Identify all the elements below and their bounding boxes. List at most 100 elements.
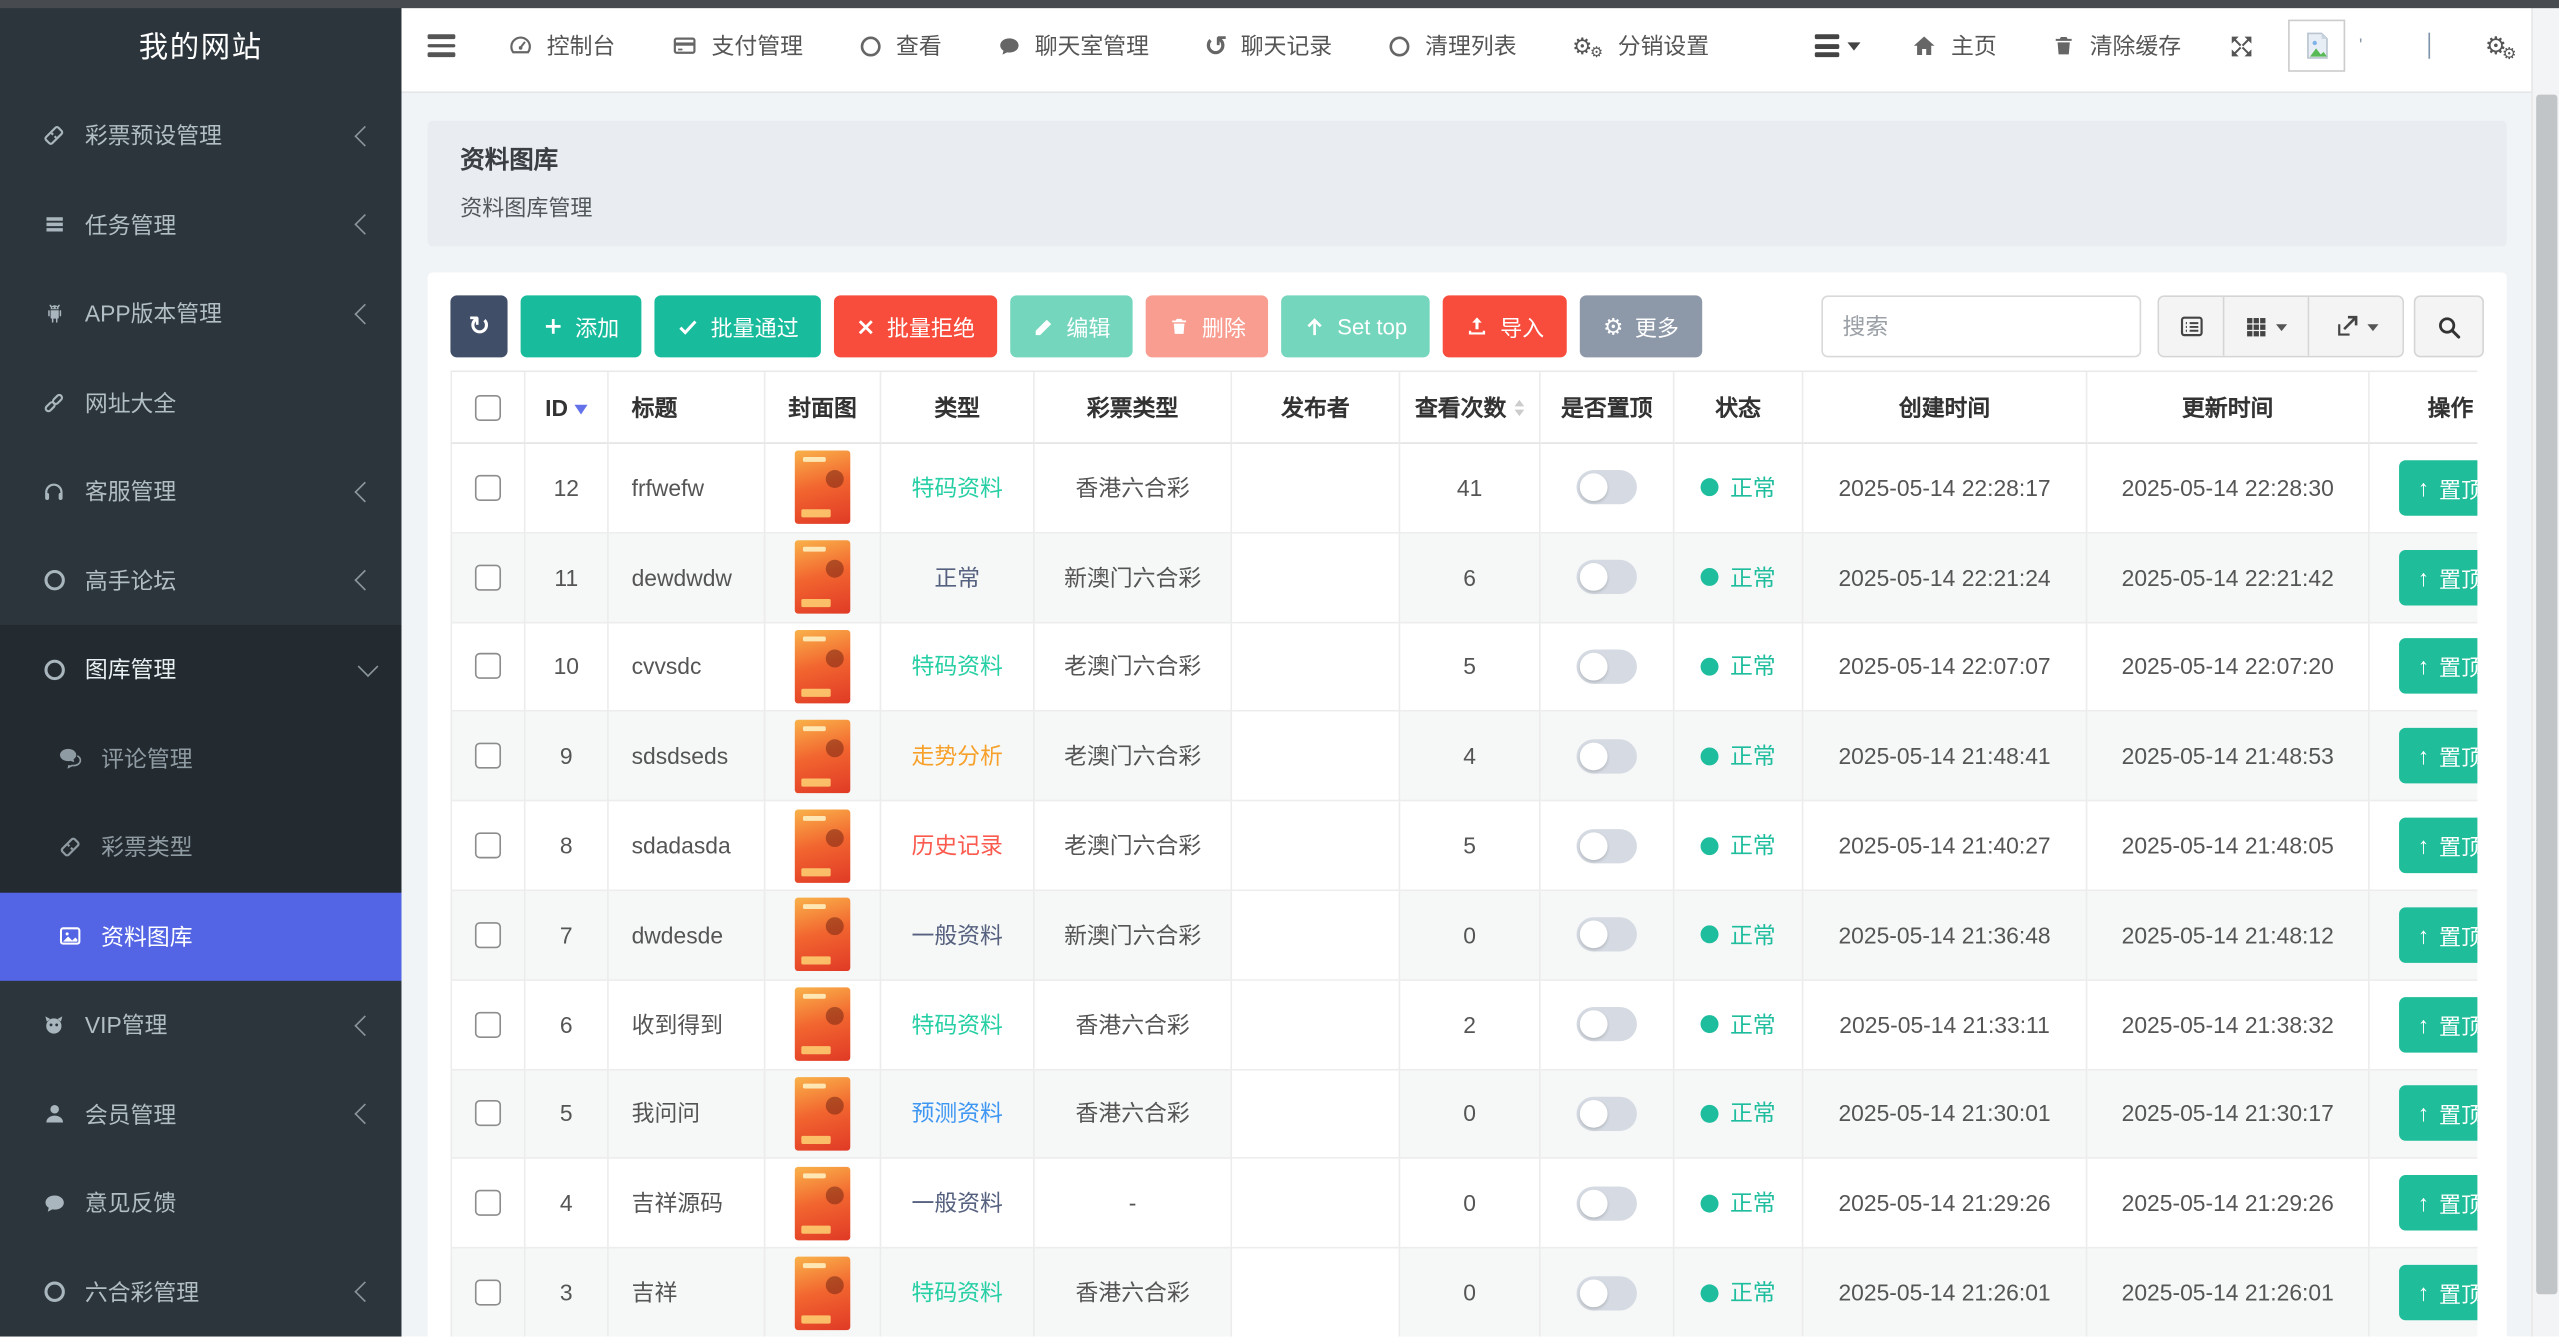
- batch-approve-button[interactable]: 批量通过: [655, 295, 821, 357]
- sidebar-item-comment-management[interactable]: 评论管理: [0, 714, 401, 803]
- select-all-checkbox[interactable]: [475, 394, 501, 420]
- sidebar-item-url-collection[interactable]: 网址大全: [0, 358, 401, 447]
- nav-item-payment[interactable]: 支付管理: [643, 0, 831, 91]
- nav-item-chatroom[interactable]: 聊天室管理: [969, 0, 1176, 91]
- settings-gears-button[interactable]: ⚙ ⚙: [2485, 30, 2533, 61]
- sidebar-item-expert-forum[interactable]: 高手论坛: [0, 536, 401, 625]
- cover-image[interactable]: [795, 898, 850, 971]
- delete-button[interactable]: 删除: [1146, 295, 1268, 357]
- cover-image[interactable]: [795, 1077, 850, 1150]
- pin-toggle[interactable]: [1577, 1097, 1637, 1131]
- nav-item-dashboard[interactable]: 控制台: [480, 0, 643, 91]
- cover-image[interactable]: [795, 809, 850, 882]
- pin-row-button[interactable]: ↑ 置顶: [2398, 1175, 2477, 1230]
- row-checkbox[interactable]: [475, 832, 501, 858]
- scrollbar-thumb[interactable]: [2535, 95, 2556, 1295]
- pin-toggle[interactable]: [1577, 560, 1637, 594]
- type-link[interactable]: 走势分析: [911, 740, 1002, 773]
- columns-dropdown-button[interactable]: [2224, 297, 2309, 356]
- cover-image[interactable]: [795, 719, 850, 792]
- type-link[interactable]: 预测资料: [911, 1097, 1002, 1130]
- pin-row-button[interactable]: ↑ 置顶: [2398, 728, 2477, 783]
- pin-toggle[interactable]: [1577, 918, 1637, 952]
- edit-button[interactable]: 编辑: [1011, 295, 1133, 357]
- user-avatar[interactable]: [2289, 20, 2346, 72]
- pin-row-button[interactable]: ↑ 置顶: [2398, 997, 2477, 1052]
- sidebar-item-lottery-type[interactable]: 彩票类型: [0, 803, 401, 892]
- header-id[interactable]: ID: [526, 372, 609, 444]
- row-checkbox[interactable]: [475, 1190, 501, 1216]
- detail-view-button[interactable]: [2159, 297, 2224, 356]
- batch-reject-button[interactable]: 批量拒绝: [835, 295, 998, 357]
- import-button[interactable]: 导入: [1443, 295, 1567, 357]
- type-link[interactable]: 正常: [934, 561, 980, 594]
- more-button[interactable]: ⚙ 更多: [1580, 295, 1702, 357]
- pin-row-button[interactable]: ↑ 置顶: [2398, 639, 2477, 694]
- sidebar-item-vip-management[interactable]: VIP管理: [0, 981, 401, 1070]
- nav-item-clean-list[interactable]: 清理列表: [1360, 0, 1544, 91]
- nav-item-view[interactable]: 查看: [831, 0, 970, 91]
- cover-image[interactable]: [795, 1167, 850, 1240]
- row-checkbox[interactable]: [475, 475, 501, 501]
- sidebar-toggle-button[interactable]: [401, 34, 479, 56]
- arrow-up-icon: ↑: [2418, 1190, 2429, 1216]
- pin-row-button[interactable]: ↑ 置顶: [2398, 460, 2477, 515]
- pin-row-button[interactable]: ↑ 置顶: [2398, 1086, 2477, 1141]
- pin-toggle[interactable]: [1577, 1007, 1637, 1041]
- sidebar-item-mark-six[interactable]: 六合彩管理: [0, 1248, 401, 1337]
- row-checkbox[interactable]: [475, 654, 501, 680]
- cover-image[interactable]: [795, 541, 850, 614]
- sidebar-item-app-version[interactable]: APP版本管理: [0, 269, 401, 358]
- sidebar-item-customer-service[interactable]: 客服管理: [0, 447, 401, 536]
- row-checkbox[interactable]: [475, 1280, 501, 1306]
- tabs-dropdown-button[interactable]: [1793, 34, 1884, 57]
- type-link[interactable]: 一般资料: [911, 919, 1002, 952]
- row-checkbox[interactable]: [475, 1101, 501, 1127]
- ticket-icon: [39, 123, 68, 149]
- pin-row-button[interactable]: ↑ 置顶: [2398, 549, 2477, 604]
- sidebar-item-data-gallery[interactable]: 资料图库: [0, 892, 401, 981]
- pin-row-button[interactable]: ↑ 置顶: [2398, 907, 2477, 962]
- pin-row-button[interactable]: ↑ 置顶: [2398, 1265, 2477, 1320]
- type-link[interactable]: 历史记录: [911, 829, 1002, 862]
- nav-item-chat-history[interactable]: ↺ 聊天记录: [1177, 0, 1360, 91]
- cell-actions: ↑ 置顶: [2370, 1070, 2478, 1159]
- export-dropdown-button[interactable]: [2309, 297, 2402, 356]
- cover-image[interactable]: [795, 1256, 850, 1329]
- pin-toggle[interactable]: [1577, 739, 1637, 773]
- set-top-button[interactable]: Set top: [1282, 295, 1430, 357]
- header-views[interactable]: 查看次数: [1400, 372, 1540, 444]
- type-link[interactable]: 特码资料: [911, 650, 1002, 683]
- type-link[interactable]: 特码资料: [911, 1008, 1002, 1041]
- nav-item-distribution-settings[interactable]: ⚙⚙ 分销设置: [1544, 0, 1737, 91]
- pin-toggle[interactable]: [1577, 1186, 1637, 1220]
- search-input[interactable]: [1821, 295, 2141, 357]
- sidebar-item-member-management[interactable]: 会员管理: [0, 1070, 401, 1159]
- pin-toggle[interactable]: [1577, 1276, 1637, 1310]
- pin-toggle[interactable]: [1577, 828, 1637, 862]
- pin-row-button[interactable]: ↑ 置顶: [2398, 818, 2477, 873]
- cover-image[interactable]: [795, 451, 850, 524]
- sidebar-item-tasks[interactable]: 任务管理: [0, 180, 401, 269]
- cover-image[interactable]: [795, 630, 850, 703]
- row-checkbox[interactable]: [475, 564, 501, 590]
- search-button[interactable]: [2414, 295, 2484, 357]
- row-checkbox[interactable]: [475, 1011, 501, 1037]
- vertical-scrollbar[interactable]: [2531, 0, 2559, 1337]
- type-link[interactable]: 特码资料: [911, 471, 1002, 504]
- sidebar-item-lottery-preset[interactable]: 彩票预设管理: [0, 91, 401, 180]
- pin-toggle[interactable]: [1577, 650, 1637, 684]
- sidebar-item-gallery-management[interactable]: 图库管理: [0, 625, 401, 714]
- row-checkbox[interactable]: [475, 743, 501, 769]
- type-link[interactable]: 一般资料: [911, 1187, 1002, 1220]
- add-button[interactable]: 添加: [521, 295, 642, 357]
- cover-image[interactable]: [795, 988, 850, 1061]
- sidebar-item-feedback[interactable]: 意见反馈: [0, 1159, 401, 1248]
- refresh-button[interactable]: ↻: [450, 295, 508, 357]
- type-link[interactable]: 特码资料: [911, 1276, 1002, 1309]
- row-checkbox[interactable]: [475, 922, 501, 948]
- nav-item-home[interactable]: 主页: [1884, 0, 2024, 91]
- fullscreen-button[interactable]: [2209, 0, 2276, 91]
- nav-item-clear-cache[interactable]: 清除缓存: [2024, 0, 2208, 91]
- pin-toggle[interactable]: [1577, 471, 1637, 505]
